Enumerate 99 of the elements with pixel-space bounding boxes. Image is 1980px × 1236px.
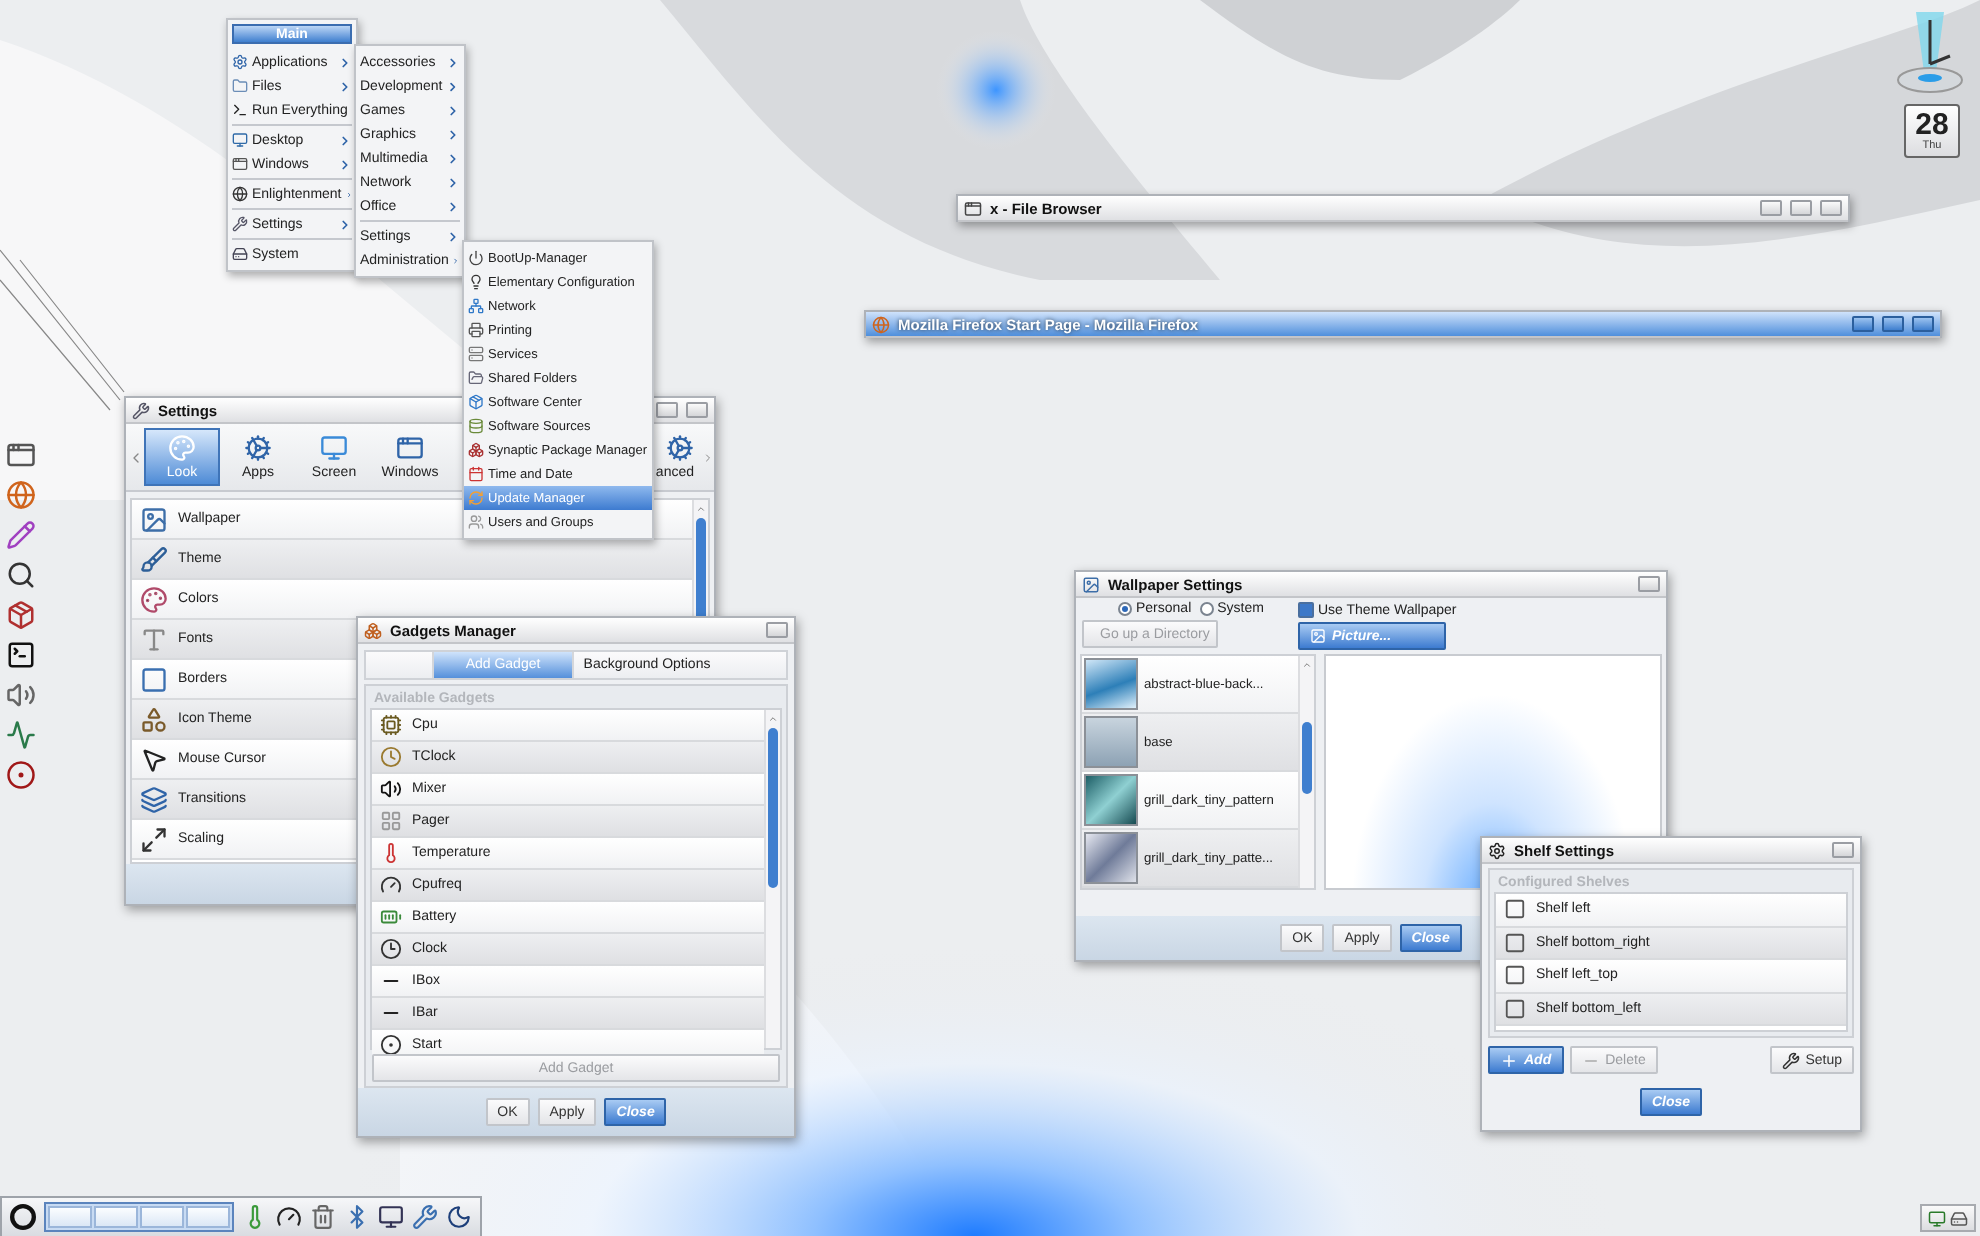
checkbox[interactable]: [1298, 602, 1314, 618]
window-button[interactable]: [1912, 316, 1934, 332]
palette-icon: [140, 585, 168, 613]
globe-icon: [872, 315, 890, 333]
clock-icon: [380, 746, 402, 768]
circle-icon[interactable]: [10, 1204, 36, 1230]
square-icon: [1504, 898, 1526, 921]
desktop-pager[interactable]: [44, 1202, 234, 1232]
window-icon: [232, 156, 248, 172]
speaker-icon[interactable]: [6, 680, 36, 710]
bluetooth-icon[interactable]: [344, 1204, 370, 1230]
circle-icon[interactable]: [6, 760, 36, 790]
font-icon: [140, 625, 168, 653]
gear-icon: [232, 54, 248, 70]
database-icon: [468, 418, 484, 434]
package-icon[interactable]: [6, 600, 36, 630]
square-icon: [140, 665, 168, 693]
wallpaper-thumbnail: [1084, 716, 1138, 768]
clock-icon: [380, 938, 402, 960]
pencil-icon[interactable]: [6, 520, 36, 550]
square-icon: [1504, 964, 1526, 987]
scroll-up-icon[interactable]: [1302, 660, 1312, 670]
package-icon: [468, 394, 484, 410]
image-icon: [1310, 628, 1326, 644]
window-icon[interactable]: [6, 440, 36, 470]
circle-icon: [380, 1034, 402, 1056]
users-icon: [468, 514, 484, 530]
grid-icon: [380, 810, 402, 832]
gear-icon: [1488, 841, 1506, 859]
square-icon: [1504, 997, 1526, 1020]
search-icon[interactable]: [6, 560, 36, 590]
window-button[interactable]: [686, 402, 708, 418]
gear-icon: [244, 434, 272, 462]
layers-icon: [140, 785, 168, 813]
window-icon: [964, 199, 982, 217]
scroll-left-icon[interactable]: [128, 449, 144, 465]
window-button[interactable]: [1882, 316, 1904, 332]
printer-icon: [468, 322, 484, 338]
square-icon: [1504, 931, 1526, 954]
trash-icon[interactable]: [310, 1204, 336, 1230]
window-button[interactable]: [1760, 200, 1782, 216]
plus-icon: [1500, 1051, 1518, 1069]
drive-icon: [232, 246, 248, 262]
gauge-icon[interactable]: [276, 1204, 302, 1230]
scroll-up-icon[interactable]: [696, 504, 706, 514]
scrollbar[interactable]: [1298, 656, 1314, 888]
network-icon: [468, 298, 484, 314]
cursor-icon: [140, 745, 168, 773]
wrench-icon: [132, 401, 150, 419]
window-icon: [396, 434, 424, 462]
activity-icon[interactable]: [6, 720, 36, 750]
scrollbar[interactable]: [764, 710, 780, 1048]
chip-icon: [380, 714, 402, 736]
image-icon: [1082, 575, 1100, 593]
wrench-icon: [1781, 1051, 1800, 1069]
shapes-icon: [140, 705, 168, 733]
radio-button[interactable]: [1118, 602, 1132, 616]
lightbulb-icon: [468, 274, 484, 290]
window-button[interactable]: [1832, 842, 1854, 858]
globe-icon: [232, 186, 248, 202]
wrench-icon[interactable]: [412, 1204, 438, 1230]
window-button[interactable]: [656, 402, 678, 418]
palette-icon: [168, 434, 196, 462]
wallpaper-thumbnail: [1084, 658, 1138, 710]
wallpaper-thumbnail: [1084, 832, 1138, 884]
window-button[interactable]: [1790, 200, 1812, 216]
window-button[interactable]: [766, 622, 788, 638]
window-button[interactable]: [1638, 576, 1660, 592]
resize-icon: [140, 825, 168, 853]
brush-icon: [140, 545, 168, 573]
calendar-icon: [468, 466, 484, 482]
monitor-icon: [320, 434, 348, 462]
drive-icon[interactable]: [1950, 1209, 1968, 1227]
monitor-icon: [232, 132, 248, 148]
server-icon: [468, 346, 484, 362]
monitor-icon[interactable]: [378, 1204, 404, 1230]
folder-icon: [232, 78, 248, 94]
gauge-icon: [380, 874, 402, 896]
wrench-icon: [232, 216, 248, 232]
folder-icon: [468, 370, 484, 386]
boxes-icon: [364, 621, 382, 639]
terminal-icon: [232, 102, 248, 118]
scroll-up-icon[interactable]: [768, 714, 778, 724]
radio-button[interactable]: [1199, 602, 1214, 616]
wallpaper-thumbnail: [1084, 774, 1138, 826]
refresh-icon: [468, 490, 484, 506]
image-icon: [140, 505, 168, 533]
monitor-icon[interactable]: [1928, 1209, 1946, 1227]
terminal-icon[interactable]: [6, 640, 36, 670]
battery-icon: [380, 906, 402, 928]
globe-icon[interactable]: [6, 480, 36, 510]
window-button[interactable]: [1852, 316, 1874, 332]
window-button[interactable]: [1820, 200, 1842, 216]
moon-icon[interactable]: [446, 1204, 472, 1230]
boxes-icon: [468, 442, 484, 458]
gear-icon: [666, 434, 694, 462]
calendar-day: 28: [1915, 110, 1949, 140]
power-icon: [468, 250, 484, 266]
speaker-icon: [380, 778, 402, 800]
